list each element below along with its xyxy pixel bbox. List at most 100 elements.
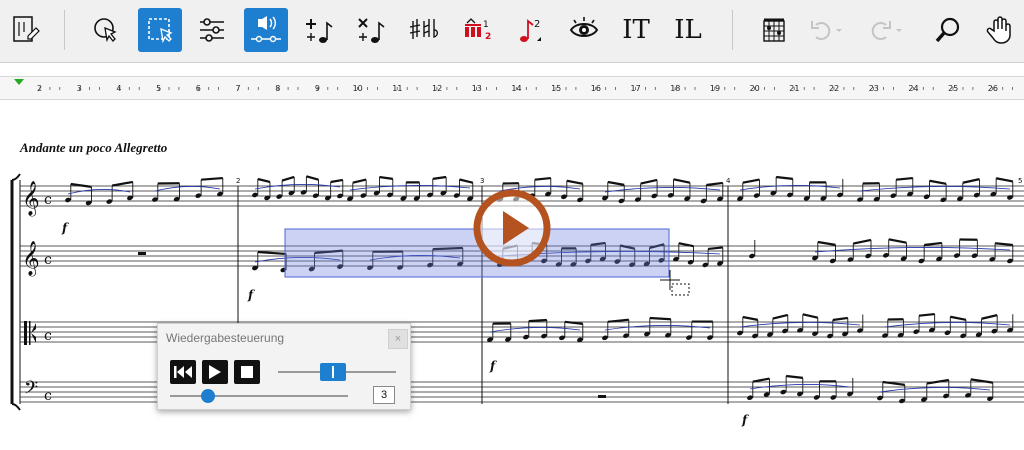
beam <box>607 180 625 186</box>
beam <box>649 316 671 321</box>
beam <box>929 179 947 185</box>
time-signature: c <box>44 252 52 268</box>
beam <box>888 238 907 244</box>
beam <box>459 178 474 184</box>
play-icon <box>209 365 221 379</box>
beam <box>853 238 872 245</box>
toolbar-separator <box>732 10 733 50</box>
measure-number: 5 <box>1018 177 1022 185</box>
bass-clef-staff4: 𝄢 <box>24 378 38 403</box>
rewind-icon <box>174 366 192 378</box>
select-tool-icon[interactable] <box>84 8 128 52</box>
slur <box>67 189 131 195</box>
dynamic-marking: f <box>247 288 255 302</box>
dynamic-marking: f <box>741 413 749 427</box>
remove-note-icon[interactable] <box>350 8 394 52</box>
beam <box>201 176 223 181</box>
svg-text:2: 2 <box>534 19 540 30</box>
beam <box>528 318 547 323</box>
play-overlay-button[interactable] <box>472 188 552 268</box>
lyrics-tool-icon[interactable]: IL <box>666 8 710 52</box>
mixer-icon[interactable] <box>190 8 234 52</box>
beam <box>432 175 447 180</box>
beam <box>950 315 967 321</box>
beam <box>962 178 980 184</box>
stop-icon <box>241 366 253 378</box>
redo-icon[interactable] <box>864 8 908 52</box>
count-field[interactable]: 3 <box>373 386 395 404</box>
beam <box>708 246 723 251</box>
slur <box>489 327 581 333</box>
selection-rectangle-icon[interactable] <box>138 8 182 52</box>
slur <box>879 387 991 393</box>
slur <box>154 186 221 192</box>
beam <box>257 250 287 256</box>
beam <box>981 314 998 320</box>
beam <box>742 315 759 321</box>
beam <box>918 312 935 317</box>
time-signature: c <box>44 192 52 208</box>
close-button[interactable]: × <box>388 329 408 349</box>
slur <box>859 186 1011 192</box>
beam <box>673 178 691 184</box>
beam <box>706 181 723 187</box>
toolbar-separator <box>64 10 65 50</box>
playback-panel: Wiedergabesteuerung × 3 <box>157 323 411 410</box>
beam <box>257 177 271 183</box>
time-signature: c <box>44 388 52 404</box>
zoom-icon[interactable] <box>926 8 970 52</box>
svg-text:1: 1 <box>483 20 489 30</box>
beam <box>882 380 905 386</box>
beam <box>776 175 793 180</box>
note-value-icon[interactable]: 2 <box>508 8 552 52</box>
beam <box>640 178 658 185</box>
score-properties-icon[interactable] <box>4 8 48 52</box>
undo-icon[interactable] <box>804 8 848 52</box>
hand-tool-icon[interactable] <box>978 8 1022 52</box>
slur <box>254 184 341 190</box>
ruler[interactable]: 2345678910111213141516171819202122232425… <box>0 76 1024 100</box>
dynamic-marking: f <box>489 359 497 373</box>
text-tool-icon[interactable]: IT <box>614 8 658 52</box>
position-slider-track <box>170 395 348 397</box>
score-canvas[interactable]: 𝄞 𝄞 𝄢 c c c c 2 3 4 5 f f f f <box>0 100 1024 450</box>
alto-clef-staff3 <box>24 321 27 345</box>
beam <box>330 178 343 184</box>
measure-number: 4 <box>726 177 731 185</box>
beam <box>742 178 760 184</box>
beam <box>534 176 551 181</box>
beam <box>281 175 295 182</box>
beam <box>306 175 319 181</box>
beam <box>924 241 943 247</box>
rewind-button[interactable] <box>170 360 196 384</box>
beam <box>772 313 789 320</box>
playback-view-icon[interactable] <box>244 8 288 52</box>
beam <box>994 242 1013 247</box>
beam <box>896 176 913 181</box>
tempo-slider[interactable] <box>320 363 346 381</box>
ruler-marker[interactable] <box>14 79 24 85</box>
slur <box>604 325 711 331</box>
beam <box>995 177 1014 183</box>
rest <box>138 252 146 255</box>
measure-number: 3 <box>480 177 484 185</box>
beam <box>70 182 92 188</box>
visibility-icon[interactable] <box>562 8 606 52</box>
accidentals-icon[interactable] <box>402 8 446 52</box>
treble-clef-staff1: 𝄞 <box>22 181 40 217</box>
beam <box>352 178 367 184</box>
position-slider[interactable] <box>201 389 215 403</box>
beam <box>607 318 629 323</box>
time-signature: c <box>44 328 52 344</box>
svg-text:2: 2 <box>485 32 491 42</box>
beam <box>111 180 133 187</box>
panel-title: Wiedergabesteuerung <box>166 331 285 345</box>
stop-button[interactable] <box>234 360 260 384</box>
play-button[interactable] <box>202 360 228 384</box>
beam <box>566 179 584 185</box>
add-note-icon[interactable] <box>298 8 342 52</box>
beam <box>802 313 819 319</box>
rest <box>598 395 606 398</box>
tuplet-icon[interactable]: 12 <box>456 8 500 52</box>
chord-grid-icon[interactable] <box>752 8 796 52</box>
